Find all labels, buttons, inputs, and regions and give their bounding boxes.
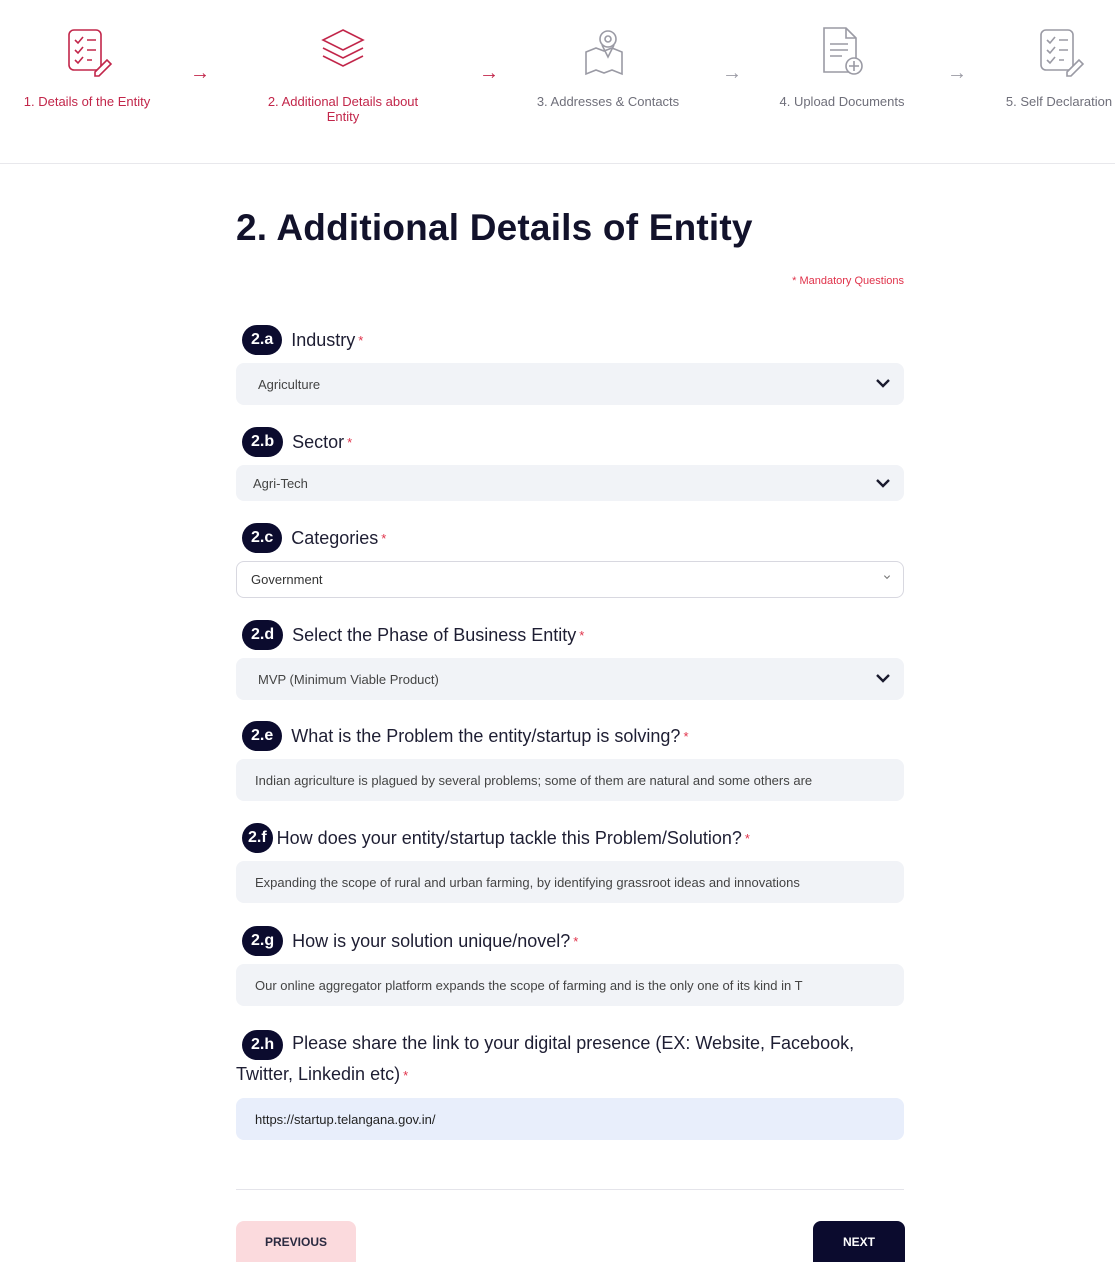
sector-value: Agri-Tech [253,475,308,491]
categories-select[interactable]: Government [236,561,904,598]
question-problem: 2.e What is the Problem the entity/start… [236,721,904,801]
question-badge: 2.e [242,721,283,751]
required-marker: * [573,933,579,949]
solution-input[interactable]: Expanding the scope of rural and urban f… [236,861,904,903]
step-arrow-icon: → [479,62,499,84]
question-badge: 2.b [242,427,284,457]
question-badge: 2.h [242,1030,284,1060]
required-marker: * [683,728,689,744]
question-label: What is the Problem the entity/startup i… [291,725,681,746]
required-marker: * [403,1068,409,1083]
required-marker: * [347,434,353,450]
industry-select[interactable]: Agriculture [236,363,904,405]
question-label: Select the Phase of Business Entity [292,624,577,645]
checklist-edit-icon [1033,26,1085,78]
step-label: 3. Addresses & Contacts [536,94,680,109]
question-label: How does your entity/startup tackle this… [276,827,742,848]
step-label: 2. Additional Details about Entity [267,94,419,124]
step-label: 4. Upload Documents [779,94,905,109]
problem-value: Indian agriculture is plagued by several… [255,772,813,788]
question-digital-presence: 2.h Please share the link to your digital… [236,1029,904,1140]
uniqueness-input[interactable]: Our online aggregator platform expands t… [236,964,904,1006]
step-addresses-contacts[interactable]: 3. Addresses & Contacts [523,26,693,109]
question-label: Please share the link to your digital pr… [236,1033,855,1084]
question-business-phase: 2.d Select the Phase of Business Entity … [236,620,904,700]
question-badge: 2.g [242,926,284,956]
question-solution: 2.f How does your entity/startup tackle … [236,823,904,903]
question-uniqueness: 2.g How is your solution unique/novel? *… [236,926,904,1006]
document-add-icon [816,26,868,78]
previous-button[interactable]: PREVIOUS [236,1221,356,1262]
required-marker: * [579,627,585,643]
question-badge: 2.d [242,620,284,650]
question-badge: 2.f [242,823,273,853]
page-title: 2. Additional Details of Entity [236,207,753,248]
step-arrow-icon: → [190,62,210,84]
industry-value: Agriculture [258,376,321,392]
progress-stepper: 1. Details of the Entity → 2. Additional… [0,0,1115,164]
question-badge: 2.a [242,325,283,355]
question-sector: 2.b Sector * Agri-Tech [236,427,904,501]
question-badge: 2.c [242,523,283,553]
checklist-edit-icon [61,26,113,78]
business-phase-value: MVP (Minimum Viable Product) [258,671,439,687]
sector-select[interactable]: Agri-Tech [236,465,904,501]
digital-presence-value: https://startup.telangana.gov.in/ [255,1111,436,1127]
mandatory-note: * Mandatory Questions [792,275,904,287]
question-label: How is your solution unique/novel? [292,930,571,951]
layers-icon [317,26,369,78]
step-details-of-entity[interactable]: 1. Details of the Entity [2,26,172,109]
step-additional-details[interactable]: 2. Additional Details about Entity [258,26,428,124]
question-label: Categories [291,527,379,548]
digital-presence-input[interactable]: https://startup.telangana.gov.in/ [236,1098,904,1140]
question-industry: 2.a Industry * Agriculture [236,325,904,405]
business-phase-select[interactable]: MVP (Minimum Viable Product) [236,658,904,700]
required-marker: * [744,830,750,846]
step-upload-documents[interactable]: 4. Upload Documents [757,26,927,109]
step-arrow-icon: → [947,62,967,84]
question-categories: 2.c Categories * Government [236,523,904,598]
required-marker: * [381,530,387,546]
next-button[interactable]: NEXT [813,1221,905,1262]
step-label: 5. Self Declaration [1005,94,1113,109]
required-marker: * [358,332,364,348]
categories-value: Government [251,572,323,587]
map-pin-icon [582,26,634,78]
step-arrow-icon: → [722,62,742,84]
chevron-down-icon [883,575,891,580]
problem-input[interactable]: Indian agriculture is plagued by several… [236,759,904,801]
chevron-down-icon [876,674,890,683]
form-divider [236,1189,904,1190]
chevron-down-icon [876,379,890,388]
chevron-down-icon [876,479,890,488]
step-label: 1. Details of the Entity [23,94,151,109]
question-label: Industry [291,329,356,350]
uniqueness-value: Our online aggregator platform expands t… [255,977,803,993]
solution-value: Expanding the scope of rural and urban f… [255,874,800,890]
step-self-declaration[interactable]: 5. Self Declaration [974,26,1115,109]
question-label: Sector [292,431,345,452]
